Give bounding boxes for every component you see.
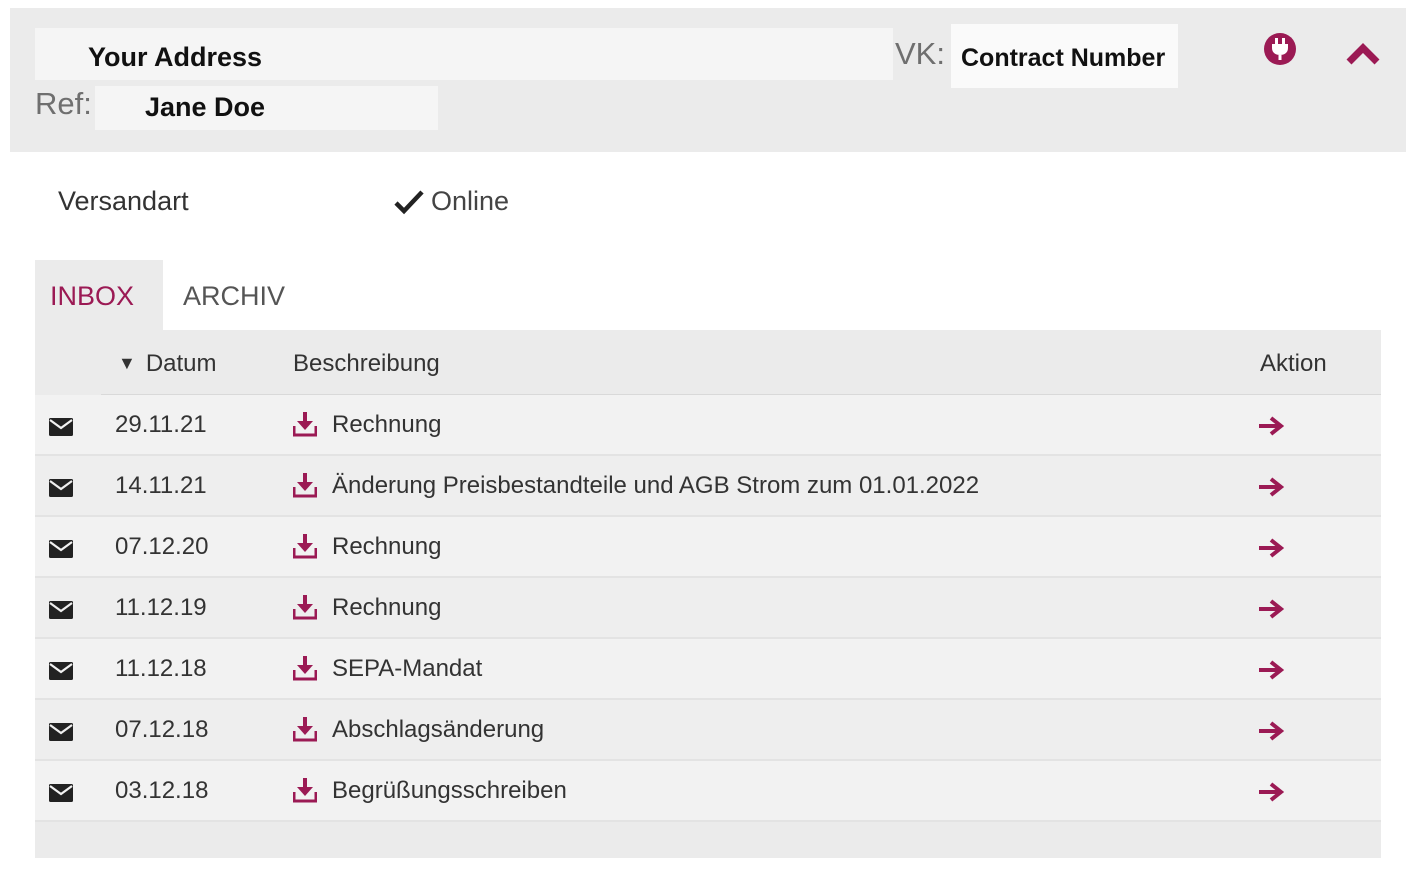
download-icon[interactable] [293,655,317,681]
arrow-right-icon[interactable] [1258,660,1284,680]
table-row[interactable]: 29.11.21 Rechnung [35,395,1381,456]
table-row[interactable]: 07.12.18 Abschlagsänderung [35,700,1381,761]
column-header-date-label: Datum [145,350,217,377]
contract-header: Your Address VK: Contract Number Ref: Ja… [10,8,1406,152]
table-row[interactable]: 14.11.21 Änderung Preisbestandteile und … [35,456,1381,517]
envelope-icon [49,662,73,680]
versandart-value: Online [393,186,509,217]
table-row[interactable]: 11.12.19 Rechnung [35,578,1381,639]
download-icon[interactable] [293,472,317,498]
row-date: 07.12.18 [115,716,209,743]
tab-archiv[interactable]: ARCHIV [183,260,293,330]
column-header-action: Aktion [1260,350,1327,377]
download-icon[interactable] [293,411,317,437]
arrow-right-icon[interactable] [1258,538,1284,558]
row-date: 07.12.20 [115,533,209,560]
ref-label: Ref: [35,86,92,121]
row-description[interactable]: Änderung Preisbestandteile und AGB Strom… [332,472,979,500]
arrow-right-icon[interactable] [1258,416,1284,436]
arrow-right-icon[interactable] [1258,599,1284,619]
table-body: 29.11.21 Rechnung 14.11.21 Änderung Prei… [35,395,1381,822]
arrow-right-icon[interactable] [1258,477,1284,497]
row-description[interactable]: Rechnung [332,533,441,561]
plug-icon[interactable] [1263,32,1297,66]
table-row[interactable]: 07.12.20 Rechnung [35,517,1381,578]
download-icon[interactable] [293,594,317,620]
sort-desc-icon: ▼ [118,353,136,373]
table-row[interactable]: 11.12.18 SEPA-Mandat [35,639,1381,700]
envelope-icon [49,418,73,436]
download-icon[interactable] [293,777,317,803]
envelope-icon [49,723,73,741]
column-header-description: Beschreibung [293,350,440,377]
row-description[interactable]: Rechnung [332,594,441,622]
arrow-right-icon[interactable] [1258,782,1284,802]
row-date: 11.12.18 [115,655,207,682]
row-date: 14.11.21 [115,472,207,499]
contract-number-field: Contract Number [951,24,1178,88]
tab-inbox[interactable]: INBOX [35,260,163,330]
row-date: 03.12.18 [115,777,209,804]
address-field: Your Address [35,28,893,80]
row-date: 29.11.21 [115,411,207,438]
vk-label: VK: [895,36,945,71]
mailbox-tabs: INBOX ARCHIV [35,260,1381,330]
versandart-label: Versandart [58,186,189,216]
envelope-icon [49,784,73,802]
download-icon[interactable] [293,716,317,742]
envelope-icon [49,479,73,497]
download-icon[interactable] [293,533,317,559]
row-description[interactable]: Rechnung [332,411,441,439]
row-date: 11.12.19 [115,594,207,621]
arrow-right-icon[interactable] [1258,721,1284,741]
ref-name-field: Jane Doe [95,86,438,130]
documents-table: ▼ Datum Beschreibung Aktion 29.11.21 Rech… [35,330,1381,858]
row-description[interactable]: Abschlagsänderung [332,716,544,744]
check-icon [394,189,424,214]
chevron-up-icon[interactable] [1346,42,1380,66]
column-header-date[interactable]: ▼ Datum [118,350,217,378]
contract-card: Your Address VK: Contract Number Ref: Ja… [10,8,1406,878]
row-description[interactable]: Begrüßungsschreiben [332,777,567,805]
table-row[interactable]: 03.12.18 Begrüßungsschreiben [35,761,1381,822]
row-description[interactable]: SEPA-Mandat [332,655,482,683]
table-header: ▼ Datum Beschreibung Aktion [35,330,1381,396]
envelope-icon [49,540,73,558]
envelope-icon [49,601,73,619]
versandart-value-text: Online [431,186,510,216]
